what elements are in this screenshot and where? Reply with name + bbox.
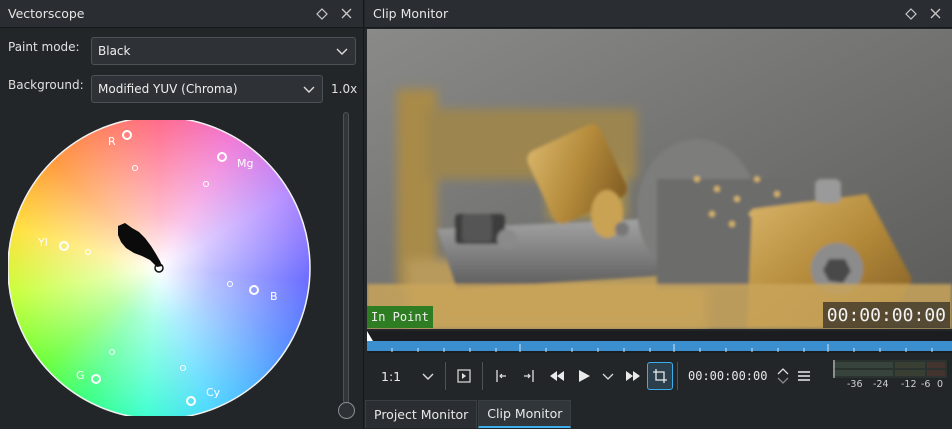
clip-monitor-panel: Clip Monitor In Point 00:00:00:00 1:1 00… bbox=[365, 0, 952, 429]
toolbar-separator bbox=[482, 362, 483, 390]
tab-clip-monitor[interactable]: Clip Monitor bbox=[478, 400, 572, 428]
meter-scale-label: -12 bbox=[901, 379, 917, 390]
insert-zone-icon bbox=[457, 369, 471, 383]
meter-scale-label: -36 bbox=[847, 379, 863, 390]
close-icon[interactable] bbox=[926, 5, 944, 23]
label-yl: Yl bbox=[37, 236, 48, 249]
label-r: R bbox=[108, 135, 116, 148]
paint-mode-label: Paint mode: bbox=[8, 40, 80, 54]
spin-arrows-icon bbox=[777, 368, 789, 384]
vectorscope-display: R Mg B Cy G Yl bbox=[7, 116, 314, 420]
chevron-down-icon bbox=[303, 86, 315, 93]
set-in-point-icon bbox=[496, 370, 506, 382]
background-label: Background: bbox=[8, 78, 84, 92]
chevron-down-icon bbox=[422, 373, 434, 380]
gain-readout: 1.0x bbox=[331, 82, 358, 96]
play-menu-icon bbox=[602, 373, 614, 380]
timecode-input[interactable]: 00:00:00:00 bbox=[682, 362, 776, 390]
label-cy: Cy bbox=[206, 386, 221, 399]
crop-icon bbox=[653, 369, 667, 383]
vectorscope-titlebar: Vectorscope bbox=[0, 0, 363, 28]
play-icon bbox=[579, 370, 590, 382]
label-mg: Mg bbox=[237, 157, 253, 170]
monitor-tabs: Project Monitor Clip Monitor bbox=[365, 400, 572, 429]
gain-slider-track[interactable] bbox=[343, 112, 349, 404]
in-point-overlay: In Point bbox=[367, 306, 433, 328]
gain-slider-handle[interactable] bbox=[338, 402, 355, 419]
zoom-value: 1:1 bbox=[381, 368, 402, 384]
color-wheel bbox=[8, 117, 310, 419]
paint-mode-select[interactable]: Black bbox=[91, 37, 356, 65]
audio-level-meter: -36 -24 -12 -6 0 bbox=[829, 358, 949, 394]
video-frame[interactable] bbox=[367, 29, 952, 329]
background-value: Modified YUV (Chroma) bbox=[98, 82, 238, 96]
ruler-zone-bar bbox=[367, 341, 952, 352]
background-select[interactable]: Modified YUV (Chroma) bbox=[91, 75, 323, 103]
label-b: B bbox=[270, 290, 278, 303]
float-icon[interactable] bbox=[902, 5, 920, 23]
paint-mode-row: Paint mode: bbox=[8, 40, 80, 54]
rewind-icon bbox=[550, 371, 564, 381]
clip-monitor-titlebar: Clip Monitor bbox=[365, 0, 952, 28]
tab-project-monitor[interactable]: Project Monitor bbox=[365, 400, 478, 428]
set-in-point-button[interactable] bbox=[487, 362, 515, 390]
play-button[interactable] bbox=[571, 362, 597, 390]
set-out-point-button[interactable] bbox=[515, 362, 543, 390]
label-g: G bbox=[76, 369, 85, 382]
play-menu-button[interactable] bbox=[597, 362, 619, 390]
fast-forward-icon bbox=[626, 371, 640, 381]
clip-monitor-title: Clip Monitor bbox=[373, 6, 449, 21]
set-out-point-icon bbox=[524, 370, 534, 382]
meter-scale-label: 0 bbox=[937, 379, 944, 390]
chevron-down-icon bbox=[336, 48, 348, 55]
vectorscope-title: Vectorscope bbox=[8, 6, 85, 21]
monitor-menu-button[interactable] bbox=[790, 362, 818, 390]
insert-zone-button[interactable] bbox=[450, 362, 478, 390]
meter-scale-label: -6 bbox=[921, 379, 931, 390]
meter-track bbox=[833, 360, 947, 378]
crop-toggle-button[interactable] bbox=[647, 362, 673, 390]
zoom-select[interactable]: 1:1 bbox=[367, 362, 441, 390]
playhead-marker[interactable] bbox=[367, 331, 379, 341]
float-icon[interactable] bbox=[313, 5, 331, 23]
toolbar-separator bbox=[677, 362, 678, 390]
meter-scale-label: -24 bbox=[873, 379, 889, 390]
fast-forward-button[interactable] bbox=[619, 362, 647, 390]
overlay-timecode: 00:00:00:00 bbox=[822, 302, 950, 328]
hamburger-menu-icon bbox=[798, 371, 810, 381]
toolbar-separator bbox=[445, 362, 446, 390]
monitor-ruler[interactable] bbox=[367, 331, 952, 353]
background-row: Background: bbox=[8, 78, 84, 92]
close-icon[interactable] bbox=[337, 5, 355, 23]
rewind-button[interactable] bbox=[543, 362, 571, 390]
timecode-spin[interactable] bbox=[776, 362, 790, 390]
paint-mode-value: Black bbox=[98, 44, 131, 58]
vectorscope-panel: Vectorscope Paint mode: Black Background… bbox=[0, 0, 364, 429]
